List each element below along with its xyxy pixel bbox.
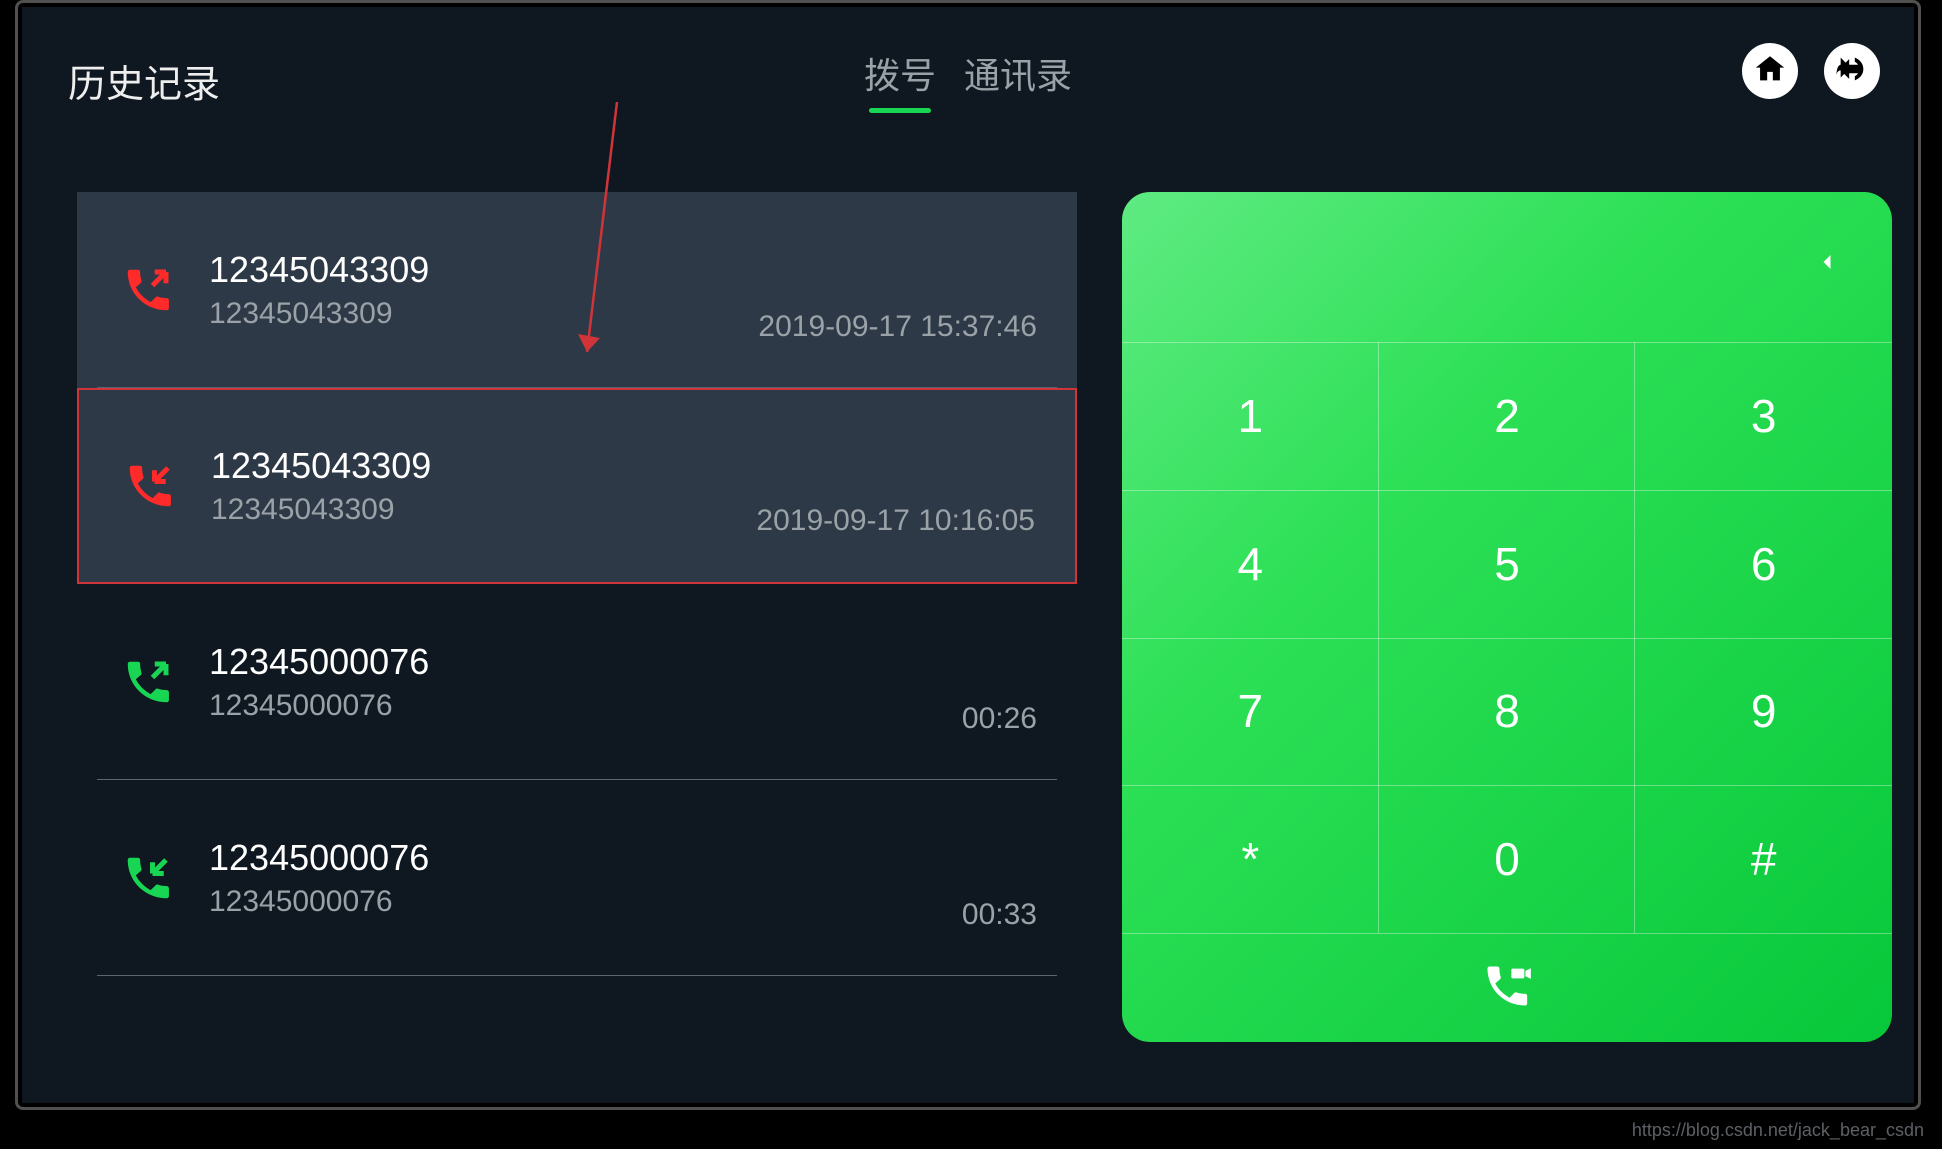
call-subnumber: 12345043309	[211, 493, 756, 527]
dialpad: 1 2 3 4 5 6 7 8 9 * 0 #	[1122, 192, 1892, 1042]
call-texts: 12345043309 12345043309	[211, 445, 756, 527]
page-title: 历史记录	[68, 53, 220, 108]
call-texts: 12345000076 12345000076	[209, 641, 962, 723]
dial-key-4[interactable]: 4	[1122, 490, 1379, 638]
call-number: 12345043309	[211, 445, 756, 487]
tab-label: 拨号	[864, 55, 936, 96]
dial-key-5[interactable]: 5	[1379, 490, 1636, 638]
dialpad-display	[1122, 192, 1892, 342]
divider	[97, 975, 1057, 976]
call-incoming-missed-icon	[123, 459, 177, 513]
call-incoming-icon	[121, 851, 175, 905]
dial-call-button[interactable]	[1122, 933, 1892, 1042]
backspace-button[interactable]	[1820, 248, 1848, 281]
dial-key-6[interactable]: 6	[1635, 490, 1892, 638]
video-call-icon	[1481, 960, 1533, 1017]
dial-key-3[interactable]: 3	[1635, 342, 1892, 490]
call-history-list: 12345043309 12345043309 2019-09-17 15:37…	[77, 192, 1077, 976]
call-texts: 12345000076 12345000076	[209, 837, 962, 919]
tab-underline	[869, 108, 931, 113]
topbar: 历史记录 拨号 通讯录	[22, 7, 1914, 122]
tab-contacts[interactable]: 通讯录	[964, 47, 1072, 111]
call-subnumber: 12345000076	[209, 885, 962, 919]
dial-key-7[interactable]: 7	[1122, 638, 1379, 786]
tabs: 拨号 通讯录	[864, 47, 1072, 111]
call-time: 2019-09-17 10:16:05	[756, 504, 1035, 582]
screen: 历史记录 拨号 通讯录	[22, 7, 1914, 1103]
tab-label: 通讯录	[964, 55, 1072, 96]
dial-key-hash[interactable]: #	[1635, 785, 1892, 933]
call-time: 2019-09-17 15:37:46	[758, 310, 1037, 388]
home-icon	[1753, 52, 1787, 91]
back-arrow-icon	[1835, 52, 1869, 91]
topbar-actions	[1742, 43, 1880, 99]
dial-key-star[interactable]: *	[1122, 785, 1379, 933]
watermark: https://blog.csdn.net/jack_bear_csdn	[1632, 1120, 1924, 1141]
dial-key-1[interactable]: 1	[1122, 342, 1379, 490]
back-button[interactable]	[1824, 43, 1880, 99]
call-outgoing-missed-icon	[121, 263, 175, 317]
call-number: 12345043309	[209, 249, 758, 291]
dial-key-9[interactable]: 9	[1635, 638, 1892, 786]
call-outgoing-icon	[121, 655, 175, 709]
call-subnumber: 12345000076	[209, 689, 962, 723]
history-item-3[interactable]: 12345000076 12345000076 00:33	[77, 780, 1077, 976]
call-time: 00:26	[962, 702, 1037, 780]
history-item-1[interactable]: 12345043309 12345043309 2019-09-17 10:16…	[77, 388, 1077, 584]
history-item-2[interactable]: 12345000076 12345000076 00:26	[77, 584, 1077, 780]
call-time: 00:33	[962, 898, 1037, 976]
call-number: 12345000076	[209, 837, 962, 879]
dialpad-grid: 1 2 3 4 5 6 7 8 9 * 0 #	[1122, 342, 1892, 933]
backspace-icon	[1820, 263, 1848, 280]
history-item-0[interactable]: 12345043309 12345043309 2019-09-17 15:37…	[77, 192, 1077, 388]
device-frame: 历史记录 拨号 通讯录	[15, 0, 1921, 1110]
dial-key-8[interactable]: 8	[1379, 638, 1636, 786]
home-button[interactable]	[1742, 43, 1798, 99]
tab-dial[interactable]: 拨号	[864, 47, 936, 111]
dial-key-2[interactable]: 2	[1379, 342, 1636, 490]
call-subnumber: 12345043309	[209, 297, 758, 331]
dial-key-0[interactable]: 0	[1379, 785, 1636, 933]
call-number: 12345000076	[209, 641, 962, 683]
call-texts: 12345043309 12345043309	[209, 249, 758, 331]
